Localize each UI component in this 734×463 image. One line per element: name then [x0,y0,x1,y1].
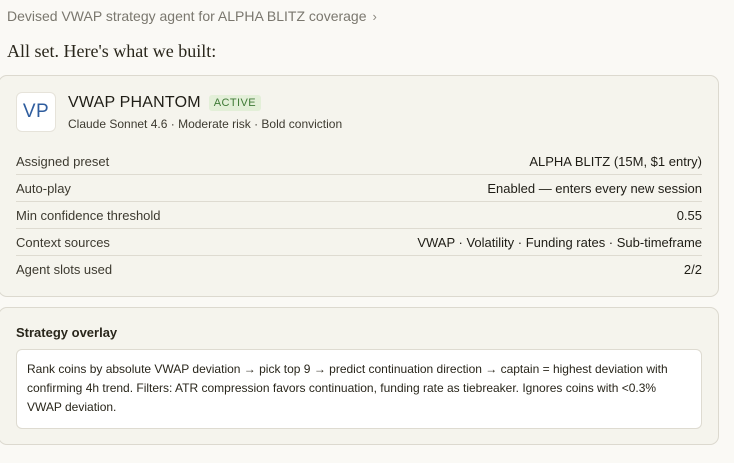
detail-row-assigned-preset: Assigned preset ALPHA BLITZ (15M, $1 ent… [16,148,702,175]
detail-label: Assigned preset [16,153,110,169]
detail-row-min-confidence: Min confidence threshold 0.55 [16,202,702,229]
status-badge: ACTIVE [208,94,261,111]
agent-details: Assigned preset ALPHA BLITZ (15M, $1 ent… [16,148,702,283]
agent-subtitle: Claude Sonnet 4.6 · Moderate risk · Bold… [68,116,343,131]
strategy-overlay-card: Strategy overlay Rank coins by absolute … [0,307,719,445]
detail-label: Agent slots used [16,262,113,277]
detail-row-context-sources: Context sources VWAP · Volatility · Fund… [16,229,702,256]
agent-header: VP VWAP PHANTOM ACTIVE Claude Sonnet 4.6… [16,92,342,132]
strategy-overlay-text: Rank coins by absolute VWAP deviation → … [16,349,702,429]
agent-avatar: VP [16,92,56,132]
chevron-right-icon: › [372,8,377,24]
detail-value: 0.55 [676,207,702,223]
detail-value: VWAP · Volatility · Funding rates · Sub-… [417,234,702,250]
agent-summary-card: VP VWAP PHANTOM ACTIVE Claude Sonnet 4.6… [0,75,719,297]
breadcrumb-label: Devised VWAP strategy agent for ALPHA BL… [7,8,367,24]
detail-label: Context sources [16,234,110,250]
detail-label: Min confidence threshold [16,207,161,223]
detail-row-agent-slots: Agent slots used 2/2 [16,256,702,283]
breadcrumb[interactable]: Devised VWAP strategy agent for ALPHA BL… [7,8,377,24]
strategy-overlay-title: Strategy overlay [16,325,118,340]
detail-value: Enabled — enters every new session [487,180,702,196]
detail-value: ALPHA BLITZ (15M, $1 entry) [529,153,702,169]
intro-text: All set. Here's what we built: [7,41,217,61]
detail-label: Auto-play [16,180,71,196]
detail-value: 2/2 [683,262,702,277]
agent-name: VWAP PHANTOM [68,93,201,111]
detail-row-auto-play: Auto-play Enabled — enters every new ses… [16,175,702,202]
